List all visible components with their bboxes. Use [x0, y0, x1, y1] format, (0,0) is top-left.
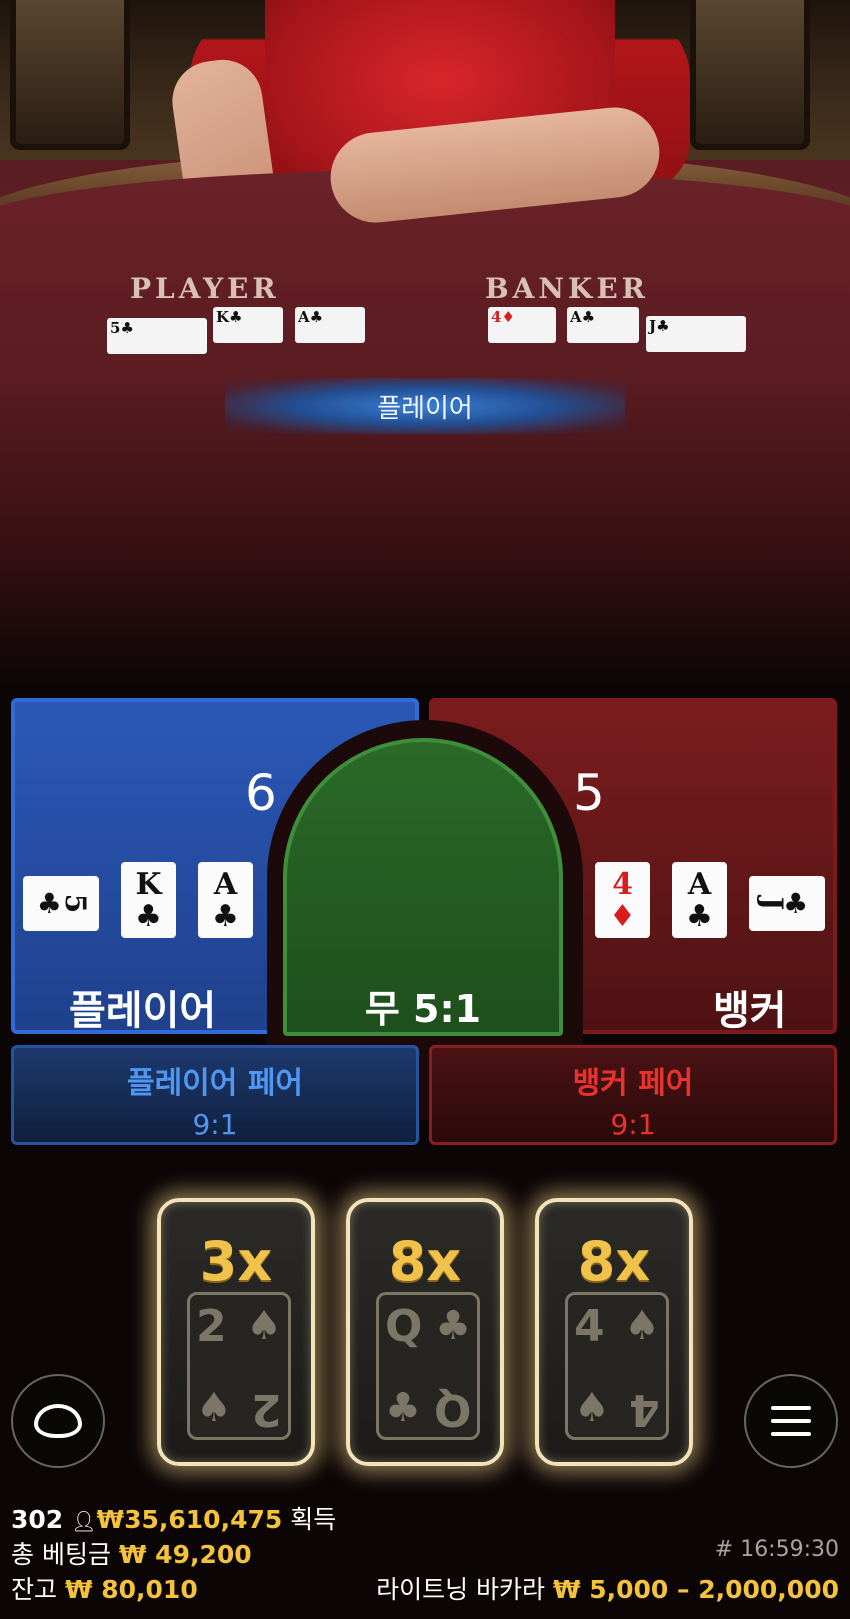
game-name: 라이트닝 바카라: [376, 1575, 546, 1604]
table-card: J♣: [646, 316, 746, 352]
player-count: 302: [11, 1505, 64, 1534]
player-pair-odds: 9:1: [192, 1108, 238, 1141]
tie-bet-label: 무 5:1: [364, 987, 482, 1031]
table-player-label: PLAYER: [130, 272, 280, 305]
table-banker-label: BANKER: [485, 272, 649, 305]
table-card: 5♣: [107, 318, 207, 354]
balance-label: 잔고: [11, 1575, 58, 1604]
person-icon: 👤︎: [71, 1509, 97, 1533]
window-arch: [10, 0, 130, 150]
total-winnings: ₩35,610,475: [96, 1505, 283, 1534]
result-banner: 플레이어: [225, 378, 625, 434]
player-card: K ♣: [121, 862, 176, 938]
spade-icon: ♠: [246, 1303, 282, 1349]
club-icon: ♣: [385, 1385, 421, 1431]
lightning-card-face: Q ♣ ♣ Q: [376, 1292, 480, 1440]
balance-value: ₩ 80,010: [64, 1575, 198, 1604]
tie-bet-spot[interactable]: 무 5:1: [283, 738, 563, 1036]
player-card: A ♣: [198, 862, 253, 938]
table-card: 4♦: [488, 307, 556, 343]
winnings-label: 획득: [290, 1505, 337, 1534]
banker-card: J♣: [749, 876, 825, 931]
lightning-multiplier: 8x: [388, 1230, 462, 1293]
banker-card: 4 ♦: [595, 862, 650, 938]
table-card: K♣: [213, 307, 283, 343]
window-arch: [690, 0, 810, 150]
spade-icon: ♠: [624, 1303, 660, 1349]
banker-card: A ♣: [672, 862, 727, 938]
player-card: ♣5: [23, 876, 99, 931]
chat-icon: [34, 1404, 82, 1438]
total-bet-label: 총 베팅금: [11, 1540, 111, 1569]
chat-button[interactable]: [11, 1374, 105, 1468]
banker-pair-bet-spot[interactable]: 뱅커 페어 9:1: [429, 1045, 837, 1145]
stats-line: 302 👤︎₩35,610,475 획득: [11, 1500, 336, 1536]
lightning-card-face: 2 ♠ ♠ 2: [187, 1292, 291, 1440]
live-video-stream: PLAYER BANKER 5♣ K♣ A♣ 4♦ A♣ J♣ 플레이어: [0, 0, 850, 690]
menu-button[interactable]: [744, 1374, 838, 1468]
total-bet-value: ₩ 49,200: [118, 1540, 252, 1569]
table-limits-line: 라이트닝 바카라 ₩ 5,000 – 2,000,000: [376, 1570, 839, 1606]
total-bet-line: 총 베팅금 ₩ 49,200: [11, 1535, 252, 1571]
hamburger-menu-icon: [771, 1406, 811, 1436]
player-score: 6: [245, 764, 277, 822]
spade-icon: ♠: [196, 1385, 232, 1431]
banker-score: 5: [573, 764, 605, 822]
club-icon: ♣: [435, 1303, 471, 1349]
player-pair-bet-spot[interactable]: 플레이어 페어 9:1: [11, 1045, 419, 1145]
table-card: A♣: [567, 307, 639, 343]
round-id: # 16:59:30: [714, 1537, 839, 1562]
banker-bet-label: 뱅커: [713, 988, 787, 1034]
lightning-card: 3x 2 ♠ ♠ 2: [157, 1198, 315, 1466]
player-pair-label: 플레이어 페어: [126, 1066, 304, 1101]
lightning-multiplier: 8x: [577, 1230, 651, 1293]
player-bet-label: 플레이어: [69, 988, 217, 1034]
lightning-multiplier: 3x: [199, 1230, 273, 1293]
lightning-card: 8x 4 ♠ ♠ 4: [535, 1198, 693, 1466]
lightning-card: 8x Q ♣ ♣ Q: [346, 1198, 504, 1466]
spade-icon: ♠: [574, 1385, 610, 1431]
table-card: A♣: [295, 307, 365, 343]
banker-pair-label: 뱅커 페어: [572, 1066, 694, 1101]
bet-limits: ₩ 5,000 – 2,000,000: [552, 1575, 839, 1604]
banker-pair-odds: 9:1: [610, 1108, 656, 1141]
balance-line: 잔고 ₩ 80,010: [11, 1570, 198, 1606]
lightning-card-face: 4 ♠ ♠ 4: [565, 1292, 669, 1440]
